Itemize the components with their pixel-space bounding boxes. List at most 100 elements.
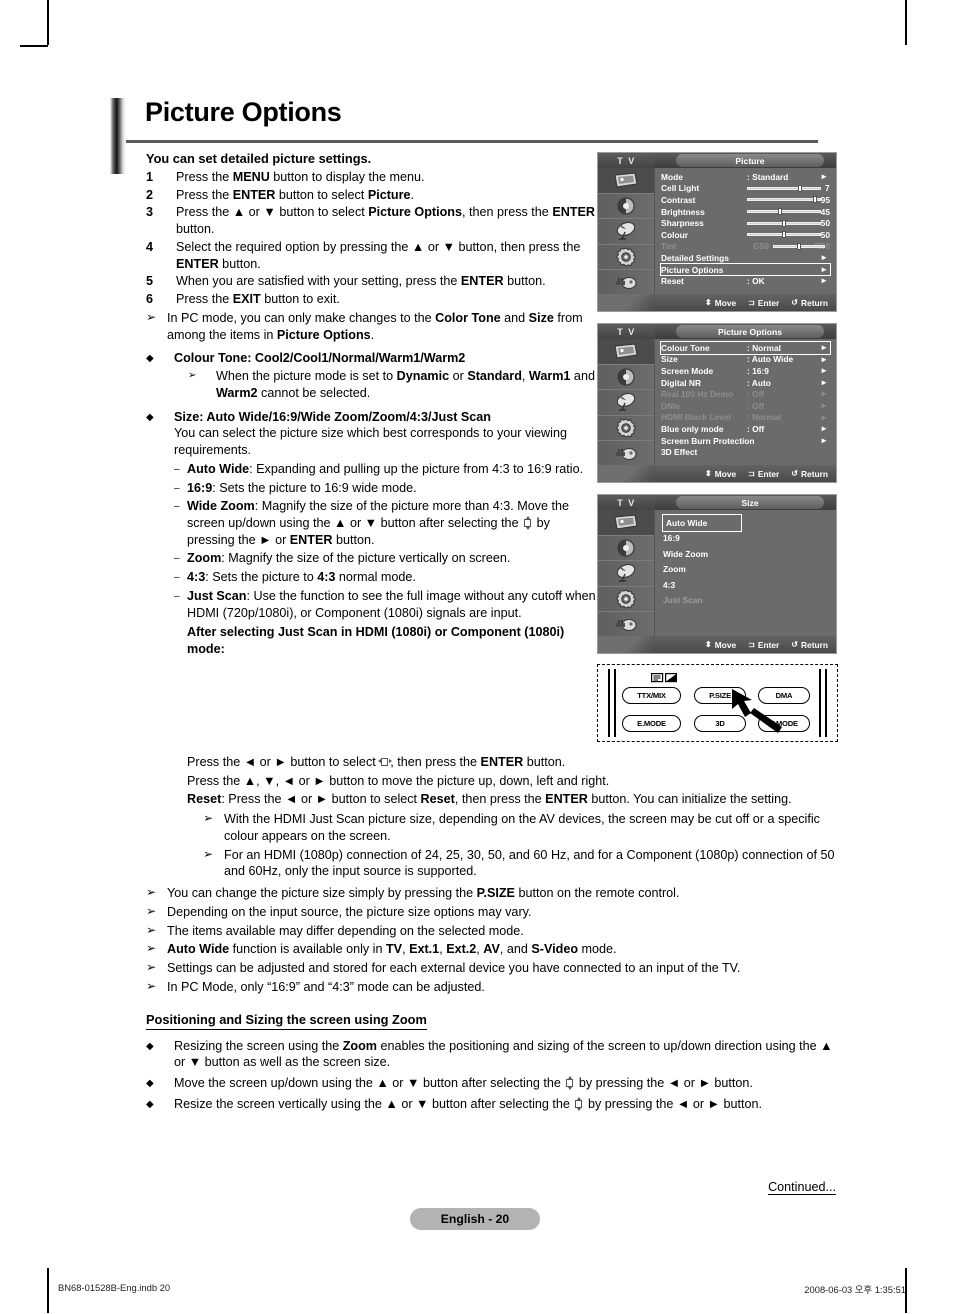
osd-icon-rail: [598, 510, 655, 638]
osd-key-enter[interactable]: ⊐ Enter: [748, 469, 779, 479]
rail-setup-icon[interactable]: [598, 245, 654, 271]
osd-item[interactable]: Contrast 95: [661, 194, 830, 206]
osd-slider[interactable]: [747, 184, 821, 192]
osd-size-option[interactable]: Wide Zoom: [663, 546, 830, 562]
step-number: 5: [146, 274, 154, 289]
rail-picture-icon[interactable]: [598, 339, 654, 365]
osd-size-option[interactable]: Auto Wide: [662, 514, 742, 532]
dash-bullet-icon: –: [174, 572, 180, 584]
slider-track: [747, 198, 821, 202]
osd-item[interactable]: Detailed Settings ►: [661, 252, 830, 264]
zoom-resize-icon: [573, 1096, 584, 1111]
rail-picture-icon[interactable]: [598, 510, 654, 536]
osd-item[interactable]: Picture Options ►: [660, 262, 831, 277]
osd-key-return[interactable]: ↺ Return: [791, 469, 828, 479]
slider-value: 50: [820, 218, 830, 229]
osd-item-value: : Off: [747, 423, 765, 434]
rail-sound-icon[interactable]: [598, 536, 654, 562]
title-accent-bar: [110, 98, 126, 174]
step-5: 5 When you are satisfied with your setti…: [146, 273, 596, 290]
chevron-right-icon: ►: [820, 172, 828, 181]
osd-slider[interactable]: [747, 231, 821, 239]
osd-item[interactable]: Screen Mode: 16:9 ►: [661, 365, 830, 377]
title-divider: [126, 140, 818, 143]
osd-item[interactable]: 3D Effect: [661, 446, 830, 458]
osd-item[interactable]: TintG50 R50: [661, 241, 830, 253]
remote-edge-right2: [825, 669, 827, 737]
step-text: Press the ▲ or ▼ button to select Pictur…: [176, 205, 595, 237]
osd-item[interactable]: DNIe: Off ►: [661, 400, 830, 412]
slider-knob[interactable]: [778, 208, 783, 216]
osd-key-move[interactable]: ⬍ Move: [705, 640, 736, 650]
manual-page: Picture Options You can set detailed pic…: [0, 0, 954, 1314]
osd-item[interactable]: Digital NR: Auto ►: [661, 377, 830, 389]
osd-item[interactable]: Colour Tone: Normal ►: [660, 341, 831, 355]
osd-slider[interactable]: [747, 219, 821, 227]
slider-knob[interactable]: [781, 231, 786, 239]
rail-sound-icon[interactable]: [598, 194, 654, 220]
slider-knob[interactable]: [781, 219, 786, 227]
slider-knob[interactable]: [797, 242, 801, 250]
osd-item[interactable]: Brightness 45: [661, 206, 830, 218]
rail-input-icon[interactable]: [598, 441, 654, 467]
chevron-right-icon: ►: [820, 389, 828, 399]
osd-size-option[interactable]: 16:9: [663, 531, 830, 547]
diamond-bullet-icon: ◆: [146, 353, 154, 365]
osd-slider[interactable]: [773, 242, 825, 250]
osd-item[interactable]: Reset: OK ►: [661, 275, 830, 287]
osd-slider[interactable]: [747, 208, 821, 216]
e-mode-button[interactable]: E.MODE: [622, 715, 681, 732]
rail-setup-icon[interactable]: [598, 416, 654, 442]
rail-input-icon[interactable]: [598, 270, 654, 296]
note-text: Depending on the input source, the pictu…: [167, 904, 532, 919]
osd-item[interactable]: Colour 50: [661, 229, 830, 241]
arrow-note-icon: ➢: [188, 370, 197, 382]
rail-channel-icon[interactable]: [598, 390, 654, 416]
osd-size-option[interactable]: 4:3: [663, 577, 830, 593]
osd-item-list: Colour Tone: Normal ► Size: Auto Wide ► Sc…: [655, 339, 836, 465]
slider-knob[interactable]: [798, 184, 803, 192]
enter-icon: ⊐: [748, 640, 755, 649]
rail-setup-icon[interactable]: [598, 587, 654, 613]
arrow-note-icon: ➢: [146, 960, 157, 975]
osd-footer-corner: [598, 465, 655, 482]
osd-size-menu: T V Size Auto Wide 16:9 Wide Zoom Zoom 4…: [597, 494, 837, 654]
osd-key-enter[interactable]: ⊐ Enter: [748, 298, 779, 308]
osd-key-return[interactable]: ↺ Return: [791, 298, 828, 308]
step-number: 2: [146, 187, 154, 202]
osd-item[interactable]: HDMI Black Level: Normal ►: [661, 412, 830, 424]
zoom-bullet-text: Resize the screen vertically using the ▲…: [174, 1096, 762, 1111]
osd-slider[interactable]: [747, 196, 821, 204]
zoom-section-heading: Positioning and Sizing the screen using …: [146, 1011, 427, 1030]
osd-size-option[interactable]: Just Scan: [663, 593, 830, 609]
osd-item[interactable]: Sharpness 50: [661, 217, 830, 229]
osd-item[interactable]: Screen Burn Protection ►: [661, 435, 830, 447]
teletext-icons: [651, 673, 677, 683]
slider-knob[interactable]: [812, 196, 817, 204]
osd-item[interactable]: Mode: Standard ►: [661, 171, 830, 183]
osd-item[interactable]: Blue only mode: Off ►: [661, 423, 830, 435]
rail-picture-icon[interactable]: [598, 168, 654, 194]
note-text: With the HDMI Just Scan picture size, de…: [224, 812, 820, 843]
osd-key-move[interactable]: ⬍ Move: [705, 469, 736, 479]
ttx-mix-button[interactable]: TTX/MIX: [622, 687, 681, 704]
osd-item[interactable]: Size: Auto Wide ►: [661, 354, 830, 366]
size-option-text: Auto Wide: Expanding and pulling up the …: [187, 461, 584, 476]
osd-key-return[interactable]: ↺ Return: [791, 640, 828, 650]
chevron-right-icon: ►: [820, 343, 828, 352]
osd-key-enter[interactable]: ⊐ Enter: [748, 640, 779, 650]
rail-input-icon[interactable]: [598, 612, 654, 638]
osd-key-move[interactable]: ⬍ Move: [705, 298, 736, 308]
note-text: In PC Mode, only “16:9” and “4:3” mode c…: [167, 979, 485, 994]
osd-item[interactable]: Real 100 Hz Demo: Off ►: [661, 388, 830, 400]
osd-size-option[interactable]: Zoom: [663, 562, 830, 578]
rail-sound-icon[interactable]: [598, 365, 654, 391]
osd-item-list: Mode: Standard ► Cell Light 7 Contrast 9…: [655, 168, 836, 294]
arrow-note-icon: ➢: [146, 885, 157, 900]
step-text: Press the EXIT button to exit.: [176, 292, 340, 307]
osd-item-label: Detailed Settings: [661, 252, 729, 263]
osd-picture-menu: T V Picture Mode: Standard ► Cell Light…: [597, 152, 837, 312]
osd-item[interactable]: Cell Light 7: [661, 183, 830, 195]
rail-channel-icon[interactable]: [598, 219, 654, 245]
rail-channel-icon[interactable]: [598, 561, 654, 587]
